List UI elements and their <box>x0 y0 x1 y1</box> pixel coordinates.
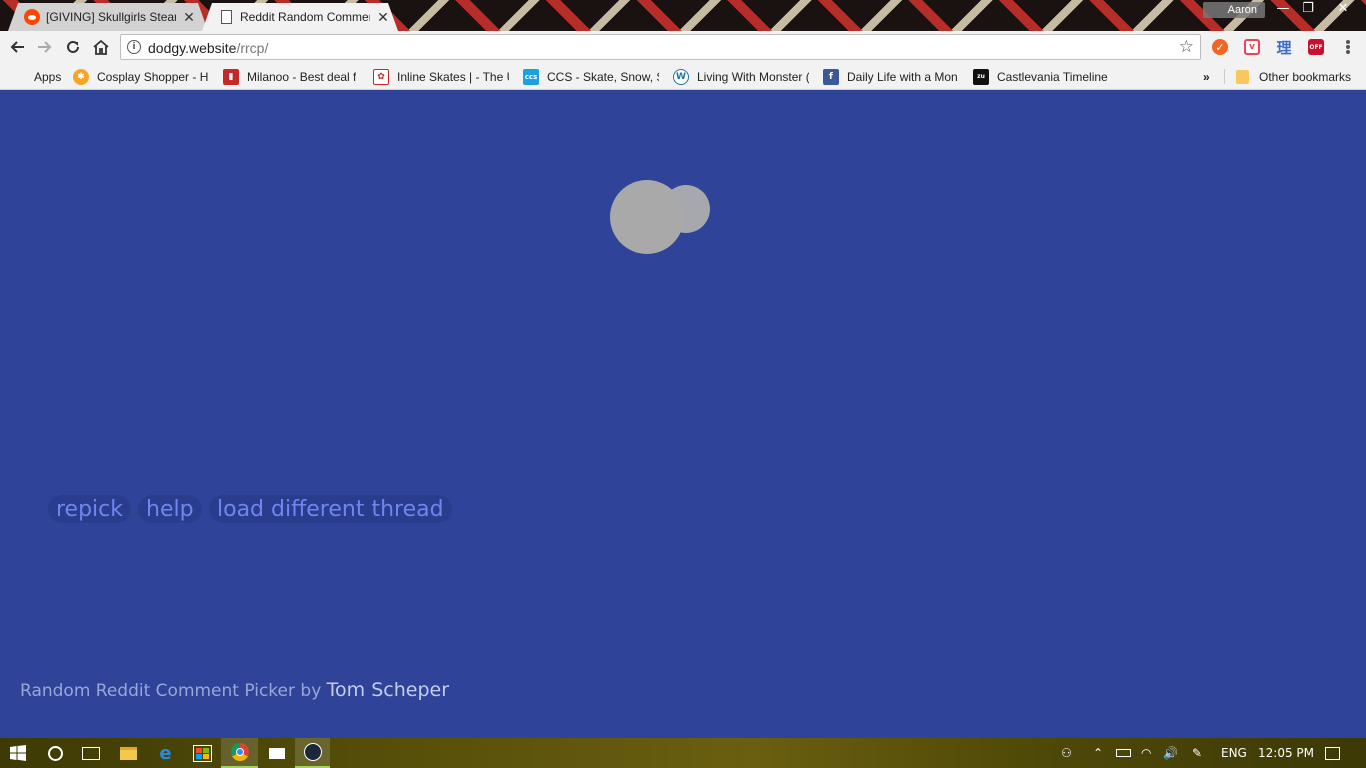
footer-credit: Random Reddit Comment Picker by Tom Sche… <box>20 679 449 701</box>
close-tab-icon[interactable]: ✕ <box>376 10 390 24</box>
bookmark-ccs[interactable]: ccs CCS - Skate, Snow, St <box>523 68 659 85</box>
load-different-thread-button[interactable]: load different thread <box>209 495 452 523</box>
facebook-icon: f <box>823 68 839 85</box>
help-button[interactable]: help <box>138 495 202 523</box>
cosplay-shopper-icon: ✱ <box>73 68 89 85</box>
action-center-icon[interactable] <box>1325 745 1340 761</box>
windows-logo-icon <box>10 745 26 761</box>
browser-title-bar: [GIVING] Skullgirls Steam ✕ Reddit Rando… <box>0 0 1366 31</box>
arrow-left-icon <box>10 41 24 53</box>
info-icon[interactable]: i <box>127 40 141 54</box>
url-text: dodgy.website/rrcp/ <box>148 40 269 56</box>
maximize-button[interactable]: ❐ <box>1293 0 1323 18</box>
chrome-button[interactable] <box>221 738 258 768</box>
tab-title: Reddit Random Commen <box>240 10 370 24</box>
home-icon <box>93 39 109 55</box>
footer-prefix: Random Reddit Comment Picker by <box>20 681 322 701</box>
bookmark-living-with-monster[interactable]: W Living With Monster ( <box>673 68 809 85</box>
bookmark-castlevania[interactable]: zu Castlevania Timeline <box>973 68 1113 85</box>
profile-button[interactable]: Aaron <box>1203 2 1265 18</box>
address-bar[interactable]: i dodgy.website/rrcp/ ☆ <box>120 34 1201 60</box>
language-indicator[interactable]: ENG <box>1221 745 1247 761</box>
forward-button[interactable] <box>34 36 56 58</box>
chevron-up-icon[interactable]: ⌃ <box>1093 745 1103 761</box>
mail-button[interactable] <box>258 738 295 768</box>
wifi-icon[interactable]: ◠ <box>1141 745 1151 761</box>
apps-grid-icon <box>10 69 26 85</box>
tab-giving-skullgirls[interactable]: [GIVING] Skullgirls Steam ✕ <box>8 3 208 31</box>
edge-icon: e <box>159 742 172 764</box>
loading-spinner-dot-large <box>610 180 684 254</box>
rikaikun-icon[interactable]: 理 <box>1276 39 1292 57</box>
bookmark-other[interactable]: Other bookmarks <box>1236 68 1364 85</box>
page-content: repick help load different thread Random… <box>0 90 1366 738</box>
chrome-icon <box>230 743 249 761</box>
bookmark-star-icon[interactable]: ☆ <box>1179 37 1194 57</box>
bookmark-milanoo[interactable]: ▮ Milanoo - Best deal f <box>223 68 358 85</box>
cortana-icon <box>47 745 63 761</box>
mail-icon <box>268 747 285 759</box>
tab-reddit-random-comment[interactable]: Reddit Random Commen ✕ <box>202 3 398 31</box>
tab-title: [GIVING] Skullgirls Steam <box>46 10 176 24</box>
steam-icon <box>303 743 322 761</box>
task-view-icon <box>82 746 100 760</box>
folder-icon <box>1236 69 1249 84</box>
close-tab-icon[interactable]: ✕ <box>182 10 196 24</box>
reload-button[interactable] <box>62 36 84 58</box>
steam-button[interactable] <box>295 738 330 768</box>
bookmarks-divider <box>1224 69 1225 84</box>
battery-icon[interactable] <box>1116 745 1131 761</box>
pen-icon[interactable]: ✎ <box>1192 745 1202 761</box>
volume-icon[interactable]: 🔊 <box>1163 745 1178 761</box>
start-button[interactable] <box>0 738 36 768</box>
extension-orange-icon[interactable]: ✓ <box>1212 39 1228 55</box>
edge-button[interactable]: e <box>147 738 184 768</box>
bookmark-inline-skates[interactable]: ✿ Inline Skates | - The U <box>373 68 509 85</box>
bookmarks-overflow-button[interactable]: » <box>1203 68 1217 85</box>
reddit-icon <box>24 9 40 25</box>
browser-toolbar: i dodgy.website/rrcp/ ☆ ✓ v 理 OFF <box>0 31 1366 63</box>
wordpress-icon: W <box>673 68 689 85</box>
clock[interactable]: 12:05 PM <box>1258 745 1314 761</box>
cortana-button[interactable] <box>37 738 73 768</box>
folder-icon <box>120 746 137 760</box>
store-button[interactable] <box>184 738 221 768</box>
reload-icon <box>67 40 79 53</box>
bookmark-daily-life[interactable]: f Daily Life with a Mon <box>823 68 959 85</box>
ccs-icon: ccs <box>523 68 539 85</box>
footer-author-link[interactable]: Tom Scheper <box>327 679 449 701</box>
document-icon <box>218 9 234 25</box>
bookmarks-bar: Apps ✱ Cosplay Shopper - H ▮ Milanoo - B… <box>0 63 1366 90</box>
back-button[interactable] <box>6 36 28 58</box>
repick-button[interactable]: repick <box>48 495 132 523</box>
close-window-button[interactable]: ✕ <box>1328 0 1358 18</box>
people-icon[interactable]: ⚇ <box>1061 745 1072 761</box>
store-icon <box>193 744 212 762</box>
profile-name: Aaron <box>1227 4 1257 16</box>
pocket-icon[interactable]: v <box>1244 39 1260 55</box>
arrow-right-icon <box>38 41 52 53</box>
windows-taskbar: e ⚇ ⌃ ◠ 🔊 ✎ ENG 12:05 PM <box>0 738 1366 768</box>
task-view-button[interactable] <box>73 738 109 768</box>
adblock-off-icon[interactable]: OFF <box>1308 39 1324 55</box>
bookmark-apps[interactable]: Apps <box>10 68 70 85</box>
chrome-menu-button[interactable] <box>1340 38 1356 56</box>
file-explorer-button[interactable] <box>110 738 147 768</box>
bookmark-cosplay-shopper[interactable]: ✱ Cosplay Shopper - H <box>73 68 208 85</box>
milanoo-icon: ▮ <box>223 68 239 85</box>
castlevania-icon: zu <box>973 68 989 85</box>
home-button[interactable] <box>90 36 112 58</box>
inline-skates-icon: ✿ <box>373 68 389 85</box>
